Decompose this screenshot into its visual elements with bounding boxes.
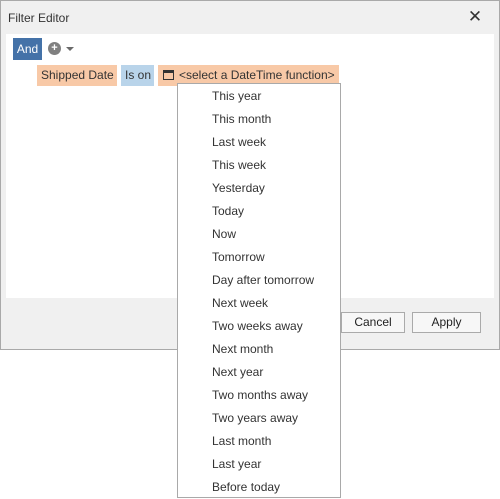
datetime-function-dropdown: This year This month Last week This week… bbox=[177, 83, 341, 498]
condition-field-chip[interactable]: Shipped Date bbox=[37, 65, 117, 86]
dropdown-item[interactable]: Last week bbox=[212, 132, 266, 152]
dropdown-item[interactable]: This month bbox=[212, 109, 271, 129]
dropdown-item[interactable]: Next month bbox=[212, 339, 273, 359]
condition-operator-chip[interactable]: Is on bbox=[121, 65, 154, 86]
dropdown-item[interactable]: Two weeks away bbox=[212, 316, 303, 336]
dropdown-item[interactable]: Next week bbox=[212, 293, 268, 313]
dropdown-item[interactable]: Yesterday bbox=[212, 178, 265, 198]
group-operator-button[interactable]: And bbox=[13, 38, 42, 60]
dropdown-item[interactable]: Two months away bbox=[212, 385, 308, 405]
add-condition-button[interactable]: + bbox=[48, 40, 78, 58]
chevron-down-icon bbox=[66, 47, 74, 51]
add-circle-icon: + bbox=[48, 42, 61, 55]
apply-button[interactable]: Apply bbox=[412, 312, 481, 333]
dropdown-item[interactable]: Tomorrow bbox=[212, 247, 265, 267]
dropdown-item[interactable]: Two years away bbox=[212, 408, 298, 428]
dropdown-item[interactable]: This year bbox=[212, 86, 261, 106]
dropdown-item[interactable]: Last year bbox=[212, 454, 261, 474]
dropdown-item[interactable]: Today bbox=[212, 201, 244, 221]
dropdown-item[interactable]: This week bbox=[212, 155, 266, 175]
dropdown-item[interactable]: Next year bbox=[212, 362, 263, 382]
dropdown-item[interactable]: Before today bbox=[212, 477, 280, 497]
dropdown-item[interactable]: Last month bbox=[212, 431, 271, 451]
cancel-button[interactable]: Cancel bbox=[341, 312, 405, 333]
title-bar: Filter Editor ✕ bbox=[1, 1, 499, 35]
dropdown-item[interactable]: Day after tomorrow bbox=[212, 270, 314, 290]
dropdown-item[interactable]: Now bbox=[212, 224, 236, 244]
calendar-icon bbox=[163, 70, 174, 80]
window-title: Filter Editor bbox=[8, 11, 70, 25]
condition-value-text: <select a DateTime function> bbox=[179, 68, 335, 82]
close-icon[interactable]: ✕ bbox=[465, 6, 485, 28]
